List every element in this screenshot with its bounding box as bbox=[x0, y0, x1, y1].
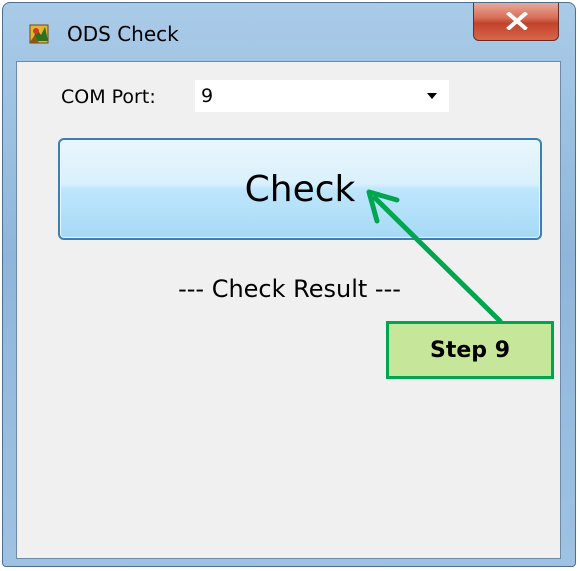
close-icon bbox=[506, 12, 528, 30]
check-result-text: --- Check Result --- bbox=[178, 275, 401, 303]
title-bar[interactable]: ODS Check bbox=[3, 3, 575, 63]
window-title: ODS Check bbox=[67, 22, 179, 46]
app-icon bbox=[27, 21, 53, 47]
com-port-value: 9 bbox=[201, 85, 214, 107]
close-button[interactable] bbox=[473, 3, 559, 41]
check-button-label: Check bbox=[244, 169, 356, 210]
step-annotation-box: Step 9 bbox=[386, 321, 554, 379]
com-port-select[interactable]: 9 bbox=[195, 80, 449, 112]
check-button[interactable]: Check bbox=[58, 138, 542, 240]
client-area: COM Port: 9 Check --- Check Result --- bbox=[16, 61, 561, 559]
ods-check-window: ODS Check COM Port: 9 Check --- Check Re… bbox=[2, 2, 576, 567]
com-port-label: COM Port: bbox=[61, 86, 156, 108]
step-annotation-label: Step 9 bbox=[430, 338, 510, 363]
dropdown-arrow-icon[interactable] bbox=[427, 93, 437, 99]
